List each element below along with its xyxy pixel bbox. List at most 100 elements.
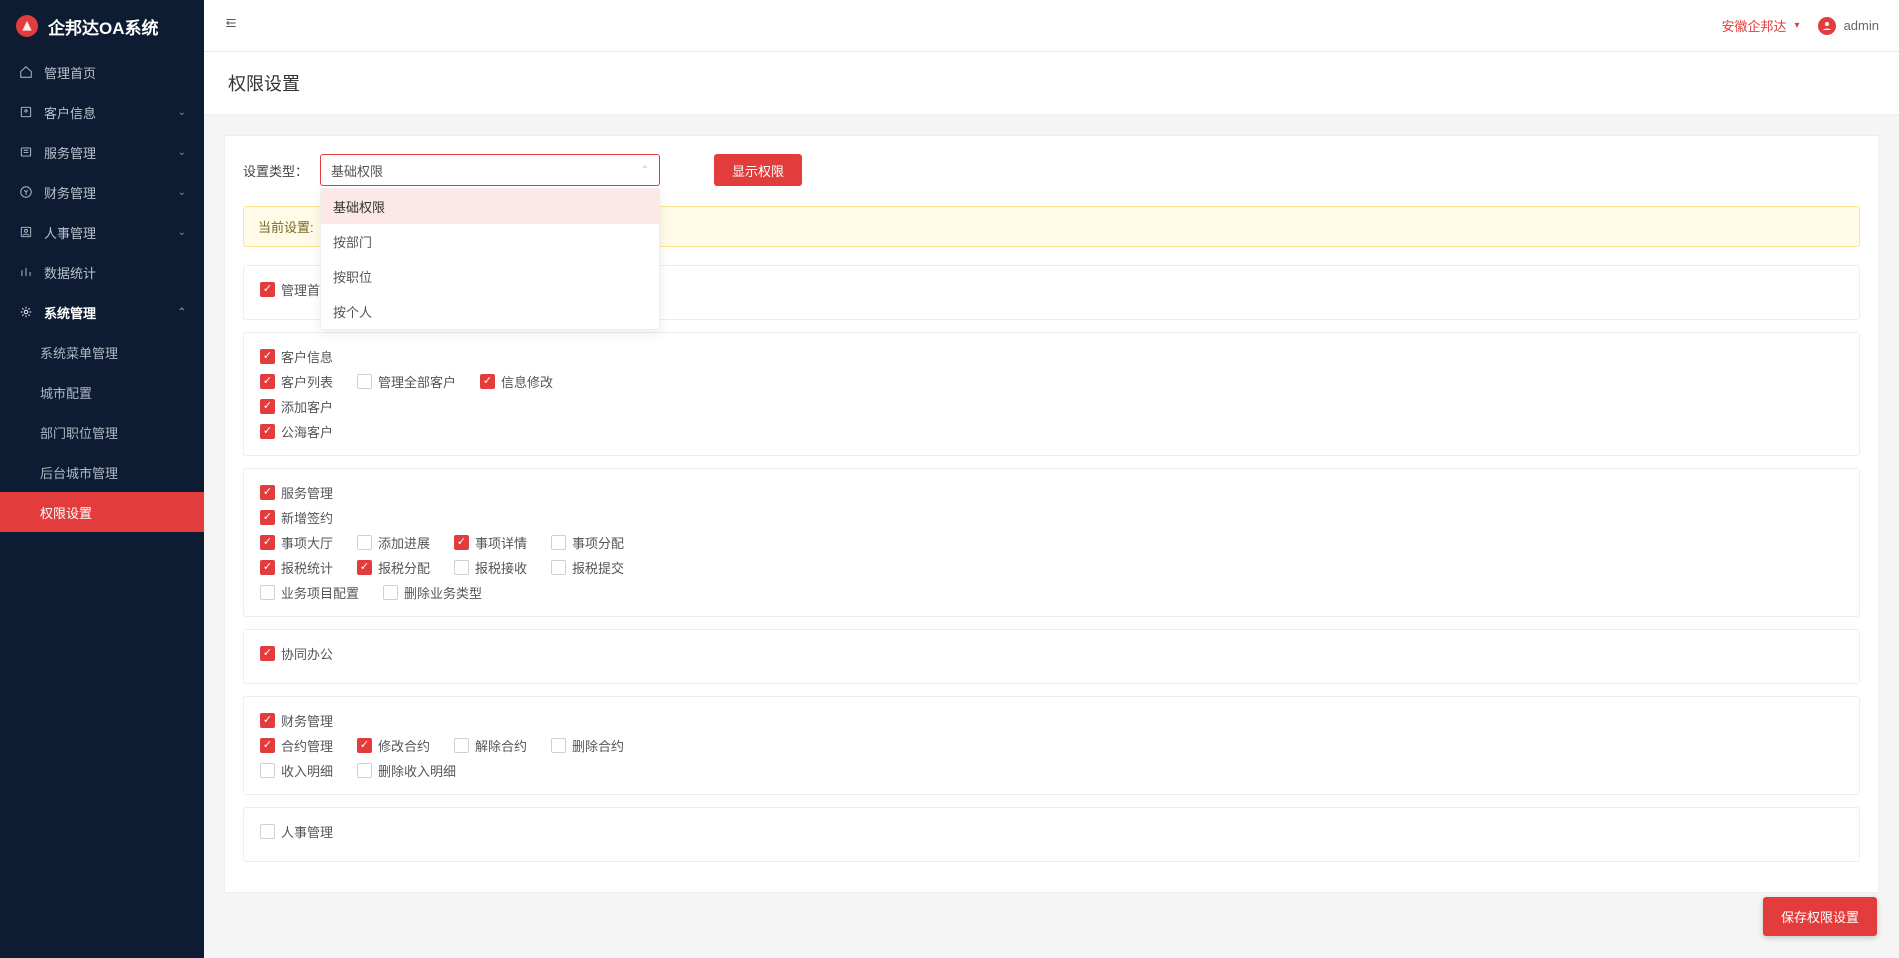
submenu-item-4[interactable]: 权限设置 <box>0 492 204 532</box>
checkbox-box-icon <box>357 738 372 753</box>
checkbox-box-icon <box>357 560 372 575</box>
checkbox-box-icon <box>454 560 469 575</box>
checkbox-group-5[interactable]: 人事管理 <box>260 822 333 841</box>
checkbox-box-icon <box>260 560 275 575</box>
checkbox-box-icon <box>260 510 275 525</box>
checkbox-box-icon <box>357 374 372 389</box>
sidebar: 企邦达OA系统 管理首页 客户信息 ⌄ 服务管理 ⌄ 财务管理 ⌄ 人事管理 ⌄… <box>0 0 204 958</box>
perm-row: 添加客户 <box>260 397 1843 416</box>
checkbox-g1-r0-c1[interactable]: 管理全部客户 <box>357 372 456 391</box>
perm-row: 合约管理 修改合约 解除合约 删除合约 <box>260 736 1843 755</box>
perm-group-1: 客户信息客户列表 管理全部客户 信息修改添加客户公海客户 <box>243 332 1860 456</box>
checkbox-g2-r1-c3[interactable]: 事项分配 <box>551 533 624 552</box>
dropdown-option-3[interactable]: 按个人 <box>321 294 659 329</box>
dropdown-option-1[interactable]: 按部门 <box>321 224 659 259</box>
checkbox-group-4[interactable]: 财务管理 <box>260 711 333 730</box>
sidebar-item-5[interactable]: 数据统计 <box>0 252 204 292</box>
checkbox-g2-r2-c1[interactable]: 报税分配 <box>357 558 430 577</box>
avatar-icon[interactable] <box>1818 17 1836 35</box>
chevron-down-icon: ⌄ <box>178 187 186 198</box>
checkbox-g2-r1-c1[interactable]: 添加进展 <box>357 533 430 552</box>
checkbox-box-icon <box>454 535 469 550</box>
checkbox-g2-r2-c0[interactable]: 报税统计 <box>260 558 333 577</box>
sidebar-item-label: 人事管理 <box>44 223 96 242</box>
checkbox-label: 删除合约 <box>572 736 624 755</box>
sidebar-item-1[interactable]: 客户信息 ⌄ <box>0 92 204 132</box>
chevron-up-icon: ⌃ <box>178 307 186 318</box>
checkbox-label: 收入明细 <box>281 761 333 780</box>
checkbox-g4-r0-c2[interactable]: 解除合约 <box>454 736 527 755</box>
checkbox-label: 删除收入明细 <box>378 761 456 780</box>
content-scroll[interactable]: 设置类型： 基础权限 ⌃ 基础权限按部门按职位按个人 显示权限 当前设置: 管理… <box>204 115 1899 958</box>
checkbox-g2-r3-c0[interactable]: 业务项目配置 <box>260 583 359 602</box>
checkbox-box-icon <box>260 424 275 439</box>
checkbox-box-icon <box>551 535 566 550</box>
checkbox-group-3[interactable]: 协同办公 <box>260 644 333 663</box>
money-icon <box>18 184 34 200</box>
checkbox-g2-r0-c0[interactable]: 新增签约 <box>260 508 333 527</box>
address-icon <box>18 104 34 120</box>
submenu-item-3[interactable]: 后台城市管理 <box>0 452 204 492</box>
checkbox-g4-r0-c1[interactable]: 修改合约 <box>357 736 430 755</box>
checkbox-g4-r0-c3[interactable]: 删除合约 <box>551 736 624 755</box>
checkbox-label: 添加客户 <box>281 397 333 416</box>
checkbox-g1-r2-c0[interactable]: 公海客户 <box>260 422 333 441</box>
show-permissions-button[interactable]: 显示权限 <box>714 154 802 186</box>
sidebar-item-3[interactable]: 财务管理 ⌄ <box>0 172 204 212</box>
org-selector[interactable]: 安徽企邦达 <box>1722 16 1787 35</box>
perm-row: 客户列表 管理全部客户 信息修改 <box>260 372 1843 391</box>
sidebar-item-label: 财务管理 <box>44 183 96 202</box>
submenu-item-0[interactable]: 系统菜单管理 <box>0 332 204 372</box>
checkbox-g1-r0-c0[interactable]: 客户列表 <box>260 372 333 391</box>
perm-group-head: 财务管理 <box>260 711 1843 730</box>
submenu-item-1[interactable]: 城市配置 <box>0 372 204 412</box>
checkbox-label: 事项大厅 <box>281 533 333 552</box>
checkbox-g2-r2-c3[interactable]: 报税提交 <box>551 558 624 577</box>
dropdown-option-0[interactable]: 基础权限 <box>321 189 659 224</box>
checkbox-g2-r2-c2[interactable]: 报税接收 <box>454 558 527 577</box>
service-icon <box>18 144 34 160</box>
sidebar-collapse-icon[interactable] <box>224 16 238 35</box>
sidebar-item-0[interactable]: 管理首页 <box>0 52 204 92</box>
checkbox-g4-r1-c1[interactable]: 删除收入明细 <box>357 761 456 780</box>
user-name[interactable]: admin <box>1844 18 1879 33</box>
checkbox-label: 信息修改 <box>501 372 553 391</box>
checkbox-label: 事项分配 <box>572 533 624 552</box>
app-logo: 企邦达OA系统 <box>0 0 204 52</box>
checkbox-box-icon <box>260 646 275 661</box>
submenu-item-2[interactable]: 部门职位管理 <box>0 412 204 452</box>
checkbox-label: 添加进展 <box>378 533 430 552</box>
checkbox-box-icon <box>260 713 275 728</box>
setting-type-dropdown: 基础权限按部门按职位按个人 <box>320 188 660 330</box>
checkbox-g2-r1-c0[interactable]: 事项大厅 <box>260 533 333 552</box>
checkbox-label: 公海客户 <box>281 422 333 441</box>
sidebar-item-2[interactable]: 服务管理 ⌄ <box>0 132 204 172</box>
checkbox-label: 合约管理 <box>281 736 333 755</box>
perm-group-head: 协同办公 <box>260 644 1843 663</box>
checkbox-g2-r1-c2[interactable]: 事项详情 <box>454 533 527 552</box>
checkbox-label: 协同办公 <box>281 644 333 663</box>
perm-row: 事项大厅 添加进展 事项详情 事项分配 <box>260 533 1843 552</box>
checkbox-box-icon <box>260 585 275 600</box>
chevron-up-icon: ⌃ <box>641 165 649 176</box>
chevron-down-icon: ⌄ <box>178 107 186 118</box>
checkbox-box-icon <box>260 374 275 389</box>
setting-type-select[interactable]: 基础权限 ⌃ <box>320 154 660 186</box>
select-value: 基础权限 <box>331 161 383 180</box>
save-permissions-button[interactable]: 保存权限设置 <box>1763 897 1877 936</box>
checkbox-g4-r0-c0[interactable]: 合约管理 <box>260 736 333 755</box>
sidebar-item-6[interactable]: 系统管理 ⌃ <box>0 292 204 332</box>
checkbox-box-icon <box>551 738 566 753</box>
checkbox-group-1[interactable]: 客户信息 <box>260 347 333 366</box>
checkbox-g2-r3-c1[interactable]: 删除业务类型 <box>383 583 482 602</box>
checkbox-g4-r1-c0[interactable]: 收入明细 <box>260 761 333 780</box>
chevron-down-icon[interactable]: ▾ <box>1795 20 1800 31</box>
checkbox-group-2[interactable]: 服务管理 <box>260 483 333 502</box>
checkbox-g1-r1-c0[interactable]: 添加客户 <box>260 397 333 416</box>
perm-row: 业务项目配置 删除业务类型 <box>260 583 1843 602</box>
perm-group-head: 服务管理 <box>260 483 1843 502</box>
checkbox-g1-r0-c2[interactable]: 信息修改 <box>480 372 553 391</box>
checkbox-box-icon <box>260 399 275 414</box>
dropdown-option-2[interactable]: 按职位 <box>321 259 659 294</box>
sidebar-item-4[interactable]: 人事管理 ⌄ <box>0 212 204 252</box>
